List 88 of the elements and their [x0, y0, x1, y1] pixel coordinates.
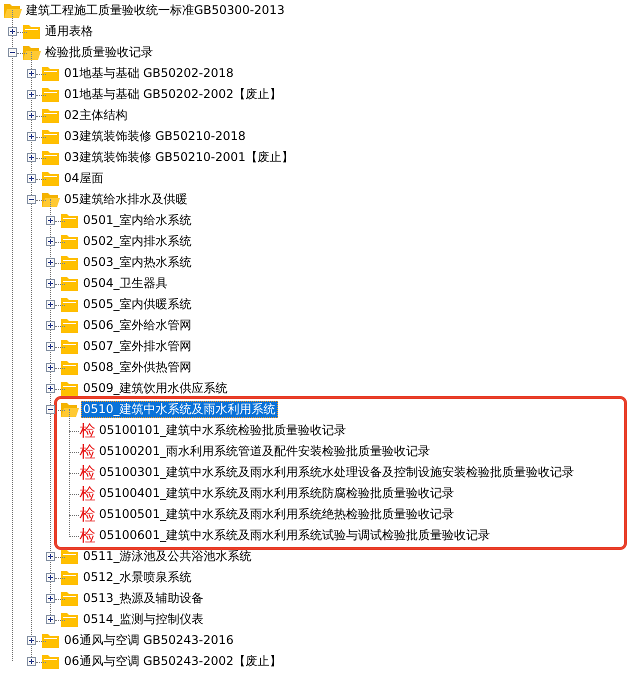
folder-icon — [41, 149, 60, 166]
open-folder-icon — [60, 401, 79, 418]
tree-item[interactable]: 0503_室内热水系统 — [81, 254, 194, 271]
folder-icon — [41, 65, 60, 82]
folder-icon — [41, 86, 60, 103]
tree-item[interactable]: 0504_卫生器具 — [81, 275, 170, 292]
tree-item[interactable]: 检验批质量验收记录 — [43, 44, 155, 61]
tree-item[interactable]: 05100401_建筑中水系统及雨水利用系统防腐检验批质量验收记录 — [97, 485, 456, 502]
tree-item[interactable]: 0508_室外供热管网 — [81, 359, 194, 376]
tree-item[interactable]: 05100201_雨水利用系统管道及配件安装检验批质量验收记录 — [97, 443, 432, 460]
tree-item[interactable]: 06通风与空调 GB50243-2016 — [62, 632, 236, 649]
expand-icon[interactable] — [46, 300, 55, 309]
expand-icon[interactable] — [27, 90, 36, 99]
expand-icon[interactable] — [46, 258, 55, 267]
tree-item[interactable]: 建筑工程施工质量验收统一标准GB50300-2013 — [24, 2, 287, 19]
expand-icon[interactable] — [8, 27, 17, 36]
expand-icon[interactable] — [46, 237, 55, 246]
expand-icon[interactable] — [46, 384, 55, 393]
expand-icon[interactable] — [46, 342, 55, 351]
record-icon: 检 — [79, 482, 96, 504]
collapse-icon[interactable] — [27, 195, 36, 204]
expand-icon[interactable] — [46, 615, 55, 624]
folder-icon — [60, 569, 79, 586]
folder-icon — [60, 275, 79, 292]
folder-icon — [60, 212, 79, 229]
folder-icon — [41, 632, 60, 649]
expand-icon[interactable] — [46, 363, 55, 372]
expand-icon[interactable] — [27, 636, 36, 645]
expand-icon[interactable] — [46, 279, 55, 288]
folder-icon — [22, 23, 41, 40]
expand-icon[interactable] — [27, 69, 36, 78]
expand-icon[interactable] — [27, 153, 36, 162]
expand-icon[interactable] — [46, 321, 55, 330]
record-icon: 检 — [79, 504, 96, 526]
tree-item[interactable]: 01地基与基础 GB50202-2018 — [62, 65, 236, 82]
expand-icon[interactable] — [46, 216, 55, 225]
tree-item[interactable]: 01地基与基础 GB50202-2002【废止】 — [62, 86, 284, 103]
tree-item[interactable]: 0507_室外排水管网 — [81, 338, 194, 355]
folder-icon — [60, 380, 79, 397]
tree-item[interactable]: 0502_室内排水系统 — [81, 233, 194, 250]
expand-icon[interactable] — [27, 132, 36, 141]
record-icon: 检 — [79, 440, 96, 462]
folder-icon — [41, 653, 60, 670]
open-folder-icon — [41, 191, 60, 208]
tree-item[interactable]: 通用表格 — [43, 23, 95, 40]
record-icon: 检 — [79, 524, 96, 546]
tree-item[interactable]: 03建筑装饰装修 GB50210-2018 — [62, 128, 248, 145]
folder-icon — [60, 338, 79, 355]
folder-icon — [41, 170, 60, 187]
folder-icon — [60, 611, 79, 628]
record-icon: 检 — [79, 462, 96, 484]
expand-icon[interactable] — [46, 552, 55, 561]
open-folder-icon — [22, 44, 41, 61]
tree-item[interactable]: 02主体结构 — [62, 107, 130, 124]
folder-icon — [60, 317, 79, 334]
folder-icon — [60, 296, 79, 313]
tree-item[interactable]: 05100601_建筑中水系统及雨水利用系统试验与调试检验批质量验收记录 — [97, 527, 492, 544]
expand-icon[interactable] — [46, 594, 55, 603]
collapse-icon[interactable] — [8, 48, 17, 57]
folder-icon — [60, 548, 79, 565]
expand-icon[interactable] — [27, 174, 36, 183]
tree-item[interactable]: 04屋面 — [62, 170, 106, 187]
tree-item[interactable]: 0509_建筑饮用水供应系统 — [81, 380, 230, 397]
folder-icon — [60, 254, 79, 271]
expand-icon[interactable] — [27, 111, 36, 120]
tree-item[interactable]: 05100101_建筑中水系统检验批质量验收记录 — [97, 422, 348, 439]
folder-icon — [41, 107, 60, 124]
tree-item[interactable]: 05100301_建筑中水系统及雨水利用系统水处理设备及控制设施安装检验批质量验收记录 — [97, 464, 576, 481]
tree-item[interactable]: 0510_建筑中水系统及雨水利用系统 — [81, 401, 278, 418]
folder-icon — [41, 128, 60, 145]
tree-item[interactable]: 0511_游泳池及公共浴池水系统 — [81, 548, 254, 565]
tree-item[interactable]: 03建筑装饰装修 GB50210-2001【废止】 — [62, 149, 296, 166]
tree-item[interactable]: 0513_热源及辅助设备 — [81, 590, 206, 607]
tree-item[interactable]: 0512_水景喷泉系统 — [81, 569, 194, 586]
folder-icon — [60, 359, 79, 376]
folder-icon — [60, 590, 79, 607]
tree-item[interactable]: 0506_室外给水管网 — [81, 317, 194, 334]
folder-icon — [60, 233, 79, 250]
tree-item[interactable]: 0505_室内供暖系统 — [81, 296, 194, 313]
tree-item[interactable]: 06通风与空调 GB50243-2002【废止】 — [62, 653, 284, 670]
record-icon: 检 — [79, 420, 96, 442]
tree-item[interactable]: 0501_室内给水系统 — [81, 212, 194, 229]
tree-item[interactable]: 05建筑给水排水及供暖 — [62, 191, 190, 208]
expand-icon[interactable] — [46, 573, 55, 582]
collapse-icon[interactable] — [46, 405, 55, 414]
tree-item[interactable]: 0514_监测与控制仪表 — [81, 611, 206, 628]
expand-icon[interactable] — [27, 657, 36, 666]
tree-item[interactable]: 05100501_建筑中水系统及雨水利用系统绝热检验批质量验收记录 — [97, 506, 456, 523]
